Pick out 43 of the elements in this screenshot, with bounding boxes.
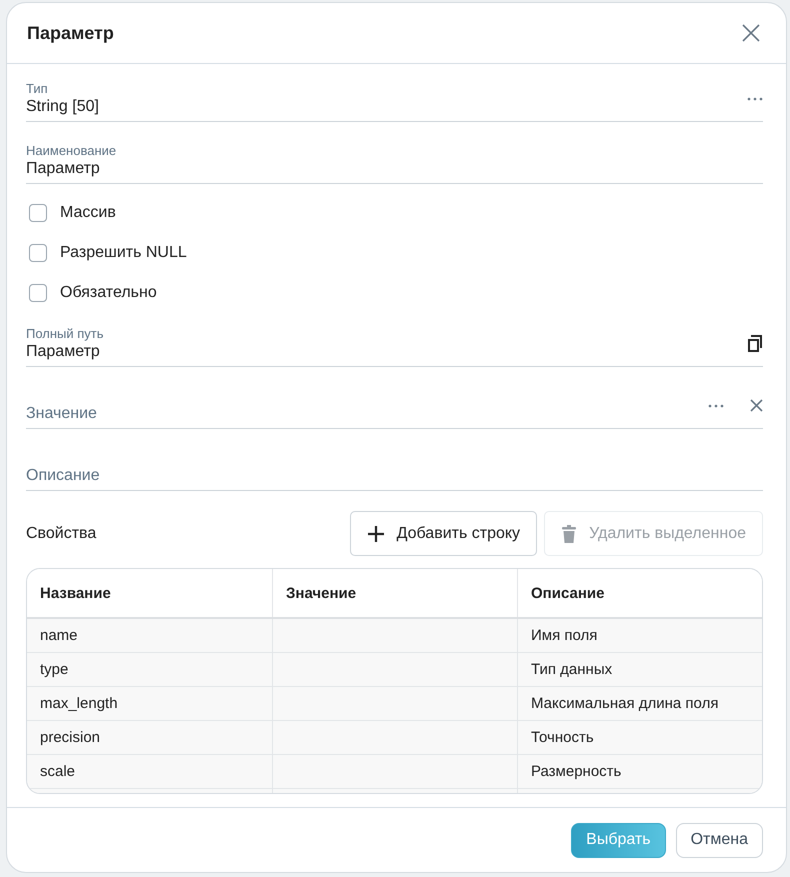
dialog-title: Параметр bbox=[27, 22, 114, 44]
checkbox[interactable] bbox=[29, 284, 47, 302]
table-cell-text: Имя поля bbox=[530, 626, 598, 646]
table-cell: max_length bbox=[27, 687, 273, 720]
clear-icon[interactable] bbox=[750, 399, 763, 412]
cancel-button[interactable]: Отмена bbox=[676, 822, 763, 858]
table-cell-text: Точность bbox=[530, 728, 595, 748]
more-icon[interactable] bbox=[747, 96, 763, 100]
close-icon[interactable] bbox=[742, 24, 760, 42]
field-value: String [50] bbox=[26, 97, 100, 117]
plus-icon bbox=[366, 524, 385, 542]
field-label: Наименование bbox=[26, 143, 118, 159]
input-field[interactable]: Наименование Параметр bbox=[26, 142, 763, 184]
checkbox-label: Разрешить NULL bbox=[60, 244, 187, 262]
column-header: Описание bbox=[530, 584, 606, 604]
more-icon[interactable] bbox=[708, 404, 724, 408]
input-field[interactable]: Тип String [50] bbox=[26, 80, 763, 122]
table-cell-text: Размерность bbox=[530, 762, 622, 782]
column-header: Значение bbox=[273, 569, 518, 617]
section-title: Свойства bbox=[26, 524, 96, 542]
field-value: Параметр bbox=[26, 342, 101, 362]
checkbox-label: Массив bbox=[60, 204, 116, 222]
field-value: Параметр bbox=[26, 159, 101, 179]
checkbox-label: Обязательно bbox=[60, 284, 157, 302]
checkbox[interactable] bbox=[29, 204, 47, 222]
field-placeholder: Значение bbox=[26, 404, 98, 424]
field-placeholder: Описание bbox=[26, 466, 101, 486]
input-field[interactable]: Полный путь Параметр bbox=[26, 325, 763, 367]
input-field[interactable]: Описание bbox=[26, 449, 763, 491]
copy-icon[interactable] bbox=[747, 334, 763, 352]
table-cell: precision bbox=[27, 721, 273, 754]
table-cell-text: Максимальная длина поля bbox=[530, 694, 720, 714]
field-label: Тип bbox=[26, 81, 49, 97]
column-header: Название bbox=[27, 569, 273, 617]
trash-icon bbox=[561, 524, 578, 542]
field-label: Полный путь bbox=[26, 326, 105, 342]
table-cell-text: Тип данных bbox=[530, 660, 614, 680]
input-field[interactable]: Значение bbox=[26, 387, 763, 429]
add-button[interactable]: Добавить строку bbox=[350, 511, 538, 556]
table-cell: name bbox=[27, 619, 273, 652]
table-cell: scale bbox=[27, 755, 273, 788]
table-cell: type bbox=[27, 653, 273, 686]
checkbox[interactable] bbox=[29, 244, 47, 262]
